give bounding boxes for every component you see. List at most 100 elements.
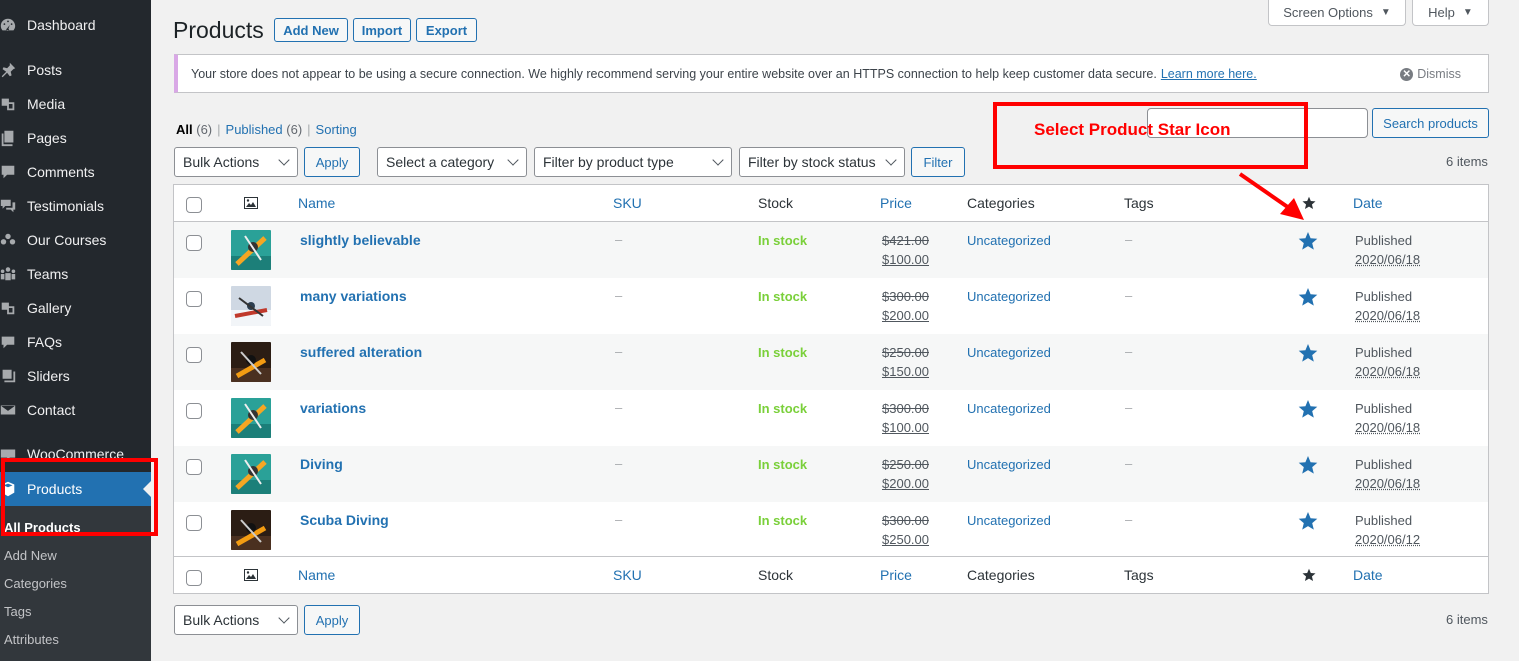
product-category-link[interactable]: Uncategorized (967, 513, 1051, 528)
product-thumbnail[interactable] (231, 342, 271, 382)
sidebar-item-products[interactable]: Products (0, 472, 151, 506)
featured-star-icon[interactable] (1298, 455, 1318, 475)
stock-status-value: Filter by stock status (748, 154, 876, 170)
media-icon (0, 94, 18, 114)
product-name-link[interactable]: slightly believable (300, 232, 421, 248)
product-name-link[interactable]: variations (300, 400, 366, 416)
sidebar-item-dashboard[interactable]: Dashboard (0, 8, 151, 42)
publish-date: 2020/06/18 (1355, 476, 1421, 491)
table-row: Diving – In stock $250.00 $200.00 Uncategoriz… (174, 446, 1488, 502)
submenu-categories[interactable]: Categories (4, 576, 67, 591)
stock-status-select[interactable]: Filter by stock status (739, 147, 905, 177)
mail-icon (0, 400, 18, 420)
product-type-value: Filter by product type (543, 154, 674, 170)
featured-star-icon[interactable] (1298, 399, 1318, 419)
row-checkbox[interactable] (186, 515, 202, 531)
screen-options-tab[interactable]: Screen Options ▼ (1268, 0, 1406, 26)
sidebar-item-faqs[interactable]: FAQs (0, 325, 151, 359)
row-checkbox[interactable] (186, 459, 202, 475)
column-name[interactable]: Name (298, 195, 335, 211)
product-type-select[interactable]: Filter by product type (534, 147, 732, 177)
product-thumbnail[interactable] (231, 230, 271, 270)
sidebar-item-woocommerce[interactable]: WooCommerce (0, 437, 151, 471)
submenu-add-new[interactable]: Add New (4, 548, 57, 563)
column-date[interactable]: Date (1353, 567, 1383, 583)
product-name-link[interactable]: many variations (300, 288, 407, 304)
product-category-link[interactable]: Uncategorized (967, 401, 1051, 416)
featured-star-icon[interactable] (1298, 511, 1318, 531)
sidebar-item-pages[interactable]: Pages (0, 121, 151, 155)
publish-date: 2020/06/18 (1355, 308, 1421, 323)
product-thumbnail[interactable] (231, 454, 271, 494)
sidebar-item-media[interactable]: Media (0, 87, 151, 121)
column-price[interactable]: Price (880, 567, 912, 583)
product-thumbnail[interactable] (231, 286, 271, 326)
featured-column-star-icon[interactable] (1302, 568, 1316, 585)
help-tab[interactable]: Help ▼ (1412, 0, 1489, 26)
featured-star-icon[interactable] (1298, 343, 1318, 363)
sidebar-item-gallery[interactable]: Gallery (0, 291, 151, 325)
sidebar-item-comments[interactable]: Comments (0, 155, 151, 189)
select-all-checkbox-bottom[interactable] (186, 570, 202, 586)
product-name-link[interactable]: Diving (300, 456, 343, 472)
bulk-actions-select-bottom[interactable]: Bulk Actions (174, 605, 298, 635)
submenu-tags[interactable]: Tags (4, 604, 31, 619)
regular-price: $250.00 (882, 457, 929, 472)
https-notice: Your store does not appear to be using a… (174, 54, 1489, 93)
sidebar-item-our-courses[interactable]: Our Courses (0, 223, 151, 257)
sidebar-item-teams[interactable]: Teams (0, 257, 151, 291)
sidebar-item-label: Posts (27, 62, 63, 78)
featured-star-icon[interactable] (1298, 287, 1318, 307)
apply-button-bottom[interactable]: Apply (304, 605, 360, 635)
product-thumbnail[interactable] (231, 510, 271, 550)
sidebar-item-label: WooCommerce (27, 446, 124, 462)
table-footer: Name SKU Stock Price Categories Tags Dat… (174, 556, 1488, 593)
submenu-attributes[interactable]: Attributes (4, 632, 59, 647)
column-price[interactable]: Price (880, 195, 912, 211)
import-button[interactable]: Import (353, 18, 411, 42)
product-category-link[interactable]: Uncategorized (967, 345, 1051, 360)
export-button[interactable]: Export (416, 18, 477, 42)
product-category-link[interactable]: Uncategorized (967, 233, 1051, 248)
close-icon: ✕ (1400, 67, 1414, 81)
row-checkbox[interactable] (186, 347, 202, 363)
image-column-icon (244, 568, 258, 584)
row-checkbox[interactable] (186, 291, 202, 307)
dismiss-button[interactable]: ✕ Dismiss (1400, 67, 1461, 81)
product-thumbnail[interactable] (231, 398, 271, 438)
faq-icon (0, 332, 18, 352)
category-select[interactable]: Select a category (377, 147, 527, 177)
column-date[interactable]: Date (1353, 195, 1383, 211)
row-checkbox[interactable] (186, 235, 202, 251)
sidebar-item-posts[interactable]: Posts (0, 53, 151, 87)
select-all-checkbox[interactable] (186, 197, 202, 213)
product-name-link[interactable]: Scuba Diving (300, 512, 389, 528)
row-checkbox[interactable] (186, 403, 202, 419)
sale-price: $250.00 (882, 532, 929, 547)
view-sorting[interactable]: Sorting (316, 122, 357, 137)
sidebar-item-label: Gallery (27, 300, 72, 316)
publish-date: 2020/06/18 (1355, 252, 1421, 267)
add-new-button[interactable]: Add New (274, 18, 348, 42)
sidebar-item-label: Comments (27, 164, 95, 180)
sidebar-item-sliders[interactable]: Sliders (0, 359, 151, 393)
view-all[interactable]: All (176, 122, 193, 137)
sidebar-item-contact[interactable]: Contact (0, 393, 151, 427)
chevron-down-icon (278, 612, 290, 624)
view-published[interactable]: Published (226, 122, 283, 137)
submenu-all-products[interactable]: All Products (4, 520, 81, 535)
product-name-link[interactable]: suffered alteration (300, 344, 422, 360)
search-products-button[interactable]: Search products (1372, 108, 1489, 138)
column-sku[interactable]: SKU (613, 195, 642, 211)
filter-button[interactable]: Filter (911, 147, 965, 177)
apply-button-top[interactable]: Apply (304, 147, 360, 177)
product-category-link[interactable]: Uncategorized (967, 457, 1051, 472)
column-sku[interactable]: SKU (613, 567, 642, 583)
featured-star-icon[interactable] (1298, 231, 1318, 251)
annotation-arrow-icon (1238, 172, 1304, 220)
product-category-link[interactable]: Uncategorized (967, 289, 1051, 304)
learn-more-link[interactable]: Learn more here. (1161, 67, 1257, 81)
sidebar-item-testimonials[interactable]: Testimonials (0, 189, 151, 223)
bulk-actions-select-top[interactable]: Bulk Actions (174, 147, 298, 177)
column-name[interactable]: Name (298, 567, 335, 583)
